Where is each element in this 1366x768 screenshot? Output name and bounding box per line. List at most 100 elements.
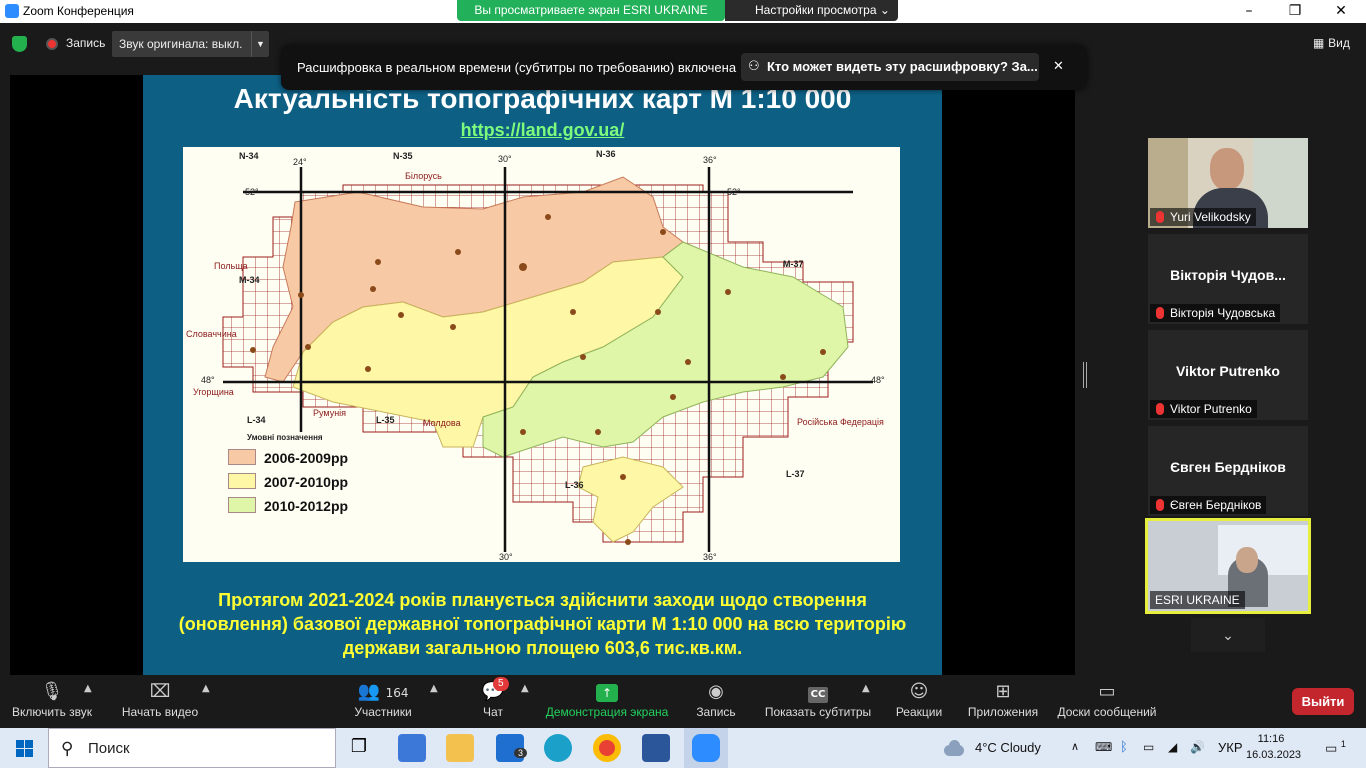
- video-tile-esri-active-speaker[interactable]: ESRI UKRAINE: [1145, 518, 1311, 614]
- participants-options-caret-icon[interactable]: ▲: [430, 683, 438, 694]
- device-icon[interactable]: ⌨: [1095, 740, 1112, 754]
- participant-big-name: Вікторія Чудов...: [1170, 267, 1286, 283]
- participant-name: Євген Бердніков: [1170, 498, 1262, 512]
- degree-label-24: 24°: [293, 157, 307, 167]
- degree-label-36: 36°: [703, 155, 717, 165]
- show-captions-button[interactable]: CC Показать субтитры: [762, 679, 874, 719]
- search-placeholder: Поиск: [88, 740, 130, 757]
- participant-name-tag: Viktor Putrenko: [1150, 400, 1257, 418]
- share-screen-label: Демонстрация экрана: [545, 705, 669, 719]
- sheet-label-l35: L-35: [376, 415, 395, 425]
- mail-icon[interactable]: 3: [496, 734, 528, 762]
- slide-link: https://land.gov.ua/: [460, 120, 625, 140]
- edge-browser-icon[interactable]: [544, 734, 572, 762]
- panel-resize-handle[interactable]: [1083, 362, 1087, 388]
- start-video-button[interactable]: ⌧ Начать видео: [118, 679, 202, 719]
- record-indicator-icon: [46, 38, 58, 50]
- leave-meeting-button[interactable]: Выйти: [1292, 688, 1354, 715]
- unmute-label: Включить звук: [11, 705, 93, 719]
- country-label-slovakia: Словаччина: [186, 329, 237, 339]
- maximize-button[interactable]: ❐: [1272, 0, 1318, 23]
- participant-big-name: Євген Бердніков: [1170, 459, 1286, 475]
- notifications-button[interactable]: ▭ 1: [1325, 739, 1346, 756]
- view-options-button[interactable]: Настройки просмотра ⌄: [725, 0, 898, 21]
- participants-label: Участники: [354, 705, 412, 719]
- grid-icon: ▦: [1313, 36, 1329, 50]
- muted-mic-icon: [1156, 211, 1164, 223]
- video-tile-yuri[interactable]: Yuri Velikodsky: [1148, 138, 1308, 228]
- participant-face: [1210, 148, 1244, 190]
- record-button[interactable]: ◉ Запись: [690, 679, 742, 719]
- audio-options-caret-icon[interactable]: ▲: [84, 683, 92, 694]
- captions-options-caret-icon[interactable]: ▲: [862, 683, 870, 694]
- cloud-weather-icon[interactable]: [942, 737, 966, 757]
- sheet-label-m34: M-34: [239, 275, 260, 285]
- whiteboard-icon: ▭: [1098, 681, 1116, 702]
- chat-label: Чат: [483, 705, 503, 719]
- video-tile-yevhen[interactable]: Євген Бердніков Євген Бердніков: [1148, 426, 1308, 516]
- participant-name-tag: Євген Бердніков: [1150, 496, 1267, 514]
- wifi-icon[interactable]: ◢: [1168, 740, 1177, 754]
- chat-button[interactable]: 💬 5 Чат: [473, 677, 513, 719]
- whiteboards-button[interactable]: ▭ Доски сообщений: [1054, 679, 1160, 719]
- start-video-label: Начать видео: [121, 705, 199, 719]
- participants-button[interactable]: 👥 164 Участники: [350, 679, 416, 719]
- sheet-label-l34: L-34: [247, 415, 266, 425]
- minimize-button[interactable]: –: [1226, 0, 1272, 23]
- windows-start-icon[interactable]: [16, 740, 33, 757]
- mail-unread-badge: 3: [514, 748, 528, 758]
- system-clock[interactable]: 11:16 16.03.2023: [1246, 731, 1301, 763]
- task-view-icon[interactable]: ❐: [346, 736, 372, 760]
- participants-count: 164: [385, 686, 409, 700]
- live-transcription-toast: Расшифровка в реальном времени (субтитры…: [281, 45, 1087, 90]
- sheet-label-l36: L-36: [565, 480, 584, 490]
- file-explorer-icon[interactable]: [446, 734, 474, 762]
- whiteboards-label: Доски сообщений: [1057, 705, 1157, 719]
- lat-label-48-right: 48°: [871, 375, 885, 385]
- video-tile-viktoria[interactable]: Вікторія Чудов... Вікторія Чудовська: [1148, 234, 1308, 324]
- closed-captions-icon: CC: [762, 679, 874, 705]
- smiley-plus-icon: ☺: [909, 681, 929, 702]
- close-window-button[interactable]: ✕: [1318, 0, 1364, 23]
- notification-count: 1: [1340, 739, 1346, 749]
- degree-label-30: 30°: [498, 154, 512, 164]
- word-icon[interactable]: [642, 734, 670, 762]
- sheet-label-n36: N-36: [596, 149, 616, 159]
- taskbar-search-box[interactable]: ⚲ Поиск: [48, 728, 336, 768]
- legend-swatch-2007: [228, 473, 256, 489]
- input-language[interactable]: УКР: [1218, 740, 1243, 755]
- record-icon: ◉: [708, 681, 724, 702]
- microsoft-store-icon[interactable]: [398, 734, 426, 762]
- zoom-taskbar-app[interactable]: [684, 728, 728, 768]
- battery-icon[interactable]: ▭: [1143, 740, 1154, 754]
- sheet-label-m37: M-37: [783, 259, 804, 269]
- chevron-up-icon[interactable]: ∧: [1071, 740, 1079, 753]
- participant-name-tag: Yuri Velikodsky: [1150, 208, 1256, 226]
- unmute-button[interactable]: 🎙 Включить звук: [8, 679, 96, 719]
- notification-icon: ▭: [1325, 741, 1338, 757]
- reactions-button[interactable]: ☺ Реакции: [893, 679, 945, 719]
- close-toast-icon[interactable]: ✕: [1053, 58, 1064, 74]
- share-screen-button[interactable]: ↑ Демонстрация экрана: [543, 679, 671, 719]
- who-can-see-button[interactable]: ⚇ Кто может видеть эту расшифровку? За..…: [741, 53, 1039, 81]
- security-shield-icon[interactable]: [12, 36, 27, 52]
- record-label: Запись: [696, 705, 736, 719]
- chat-options-caret-icon[interactable]: ▲: [521, 683, 529, 694]
- video-off-icon: ⌧: [149, 681, 171, 702]
- video-tile-viktor[interactable]: Viktor Putrenko Viktor Putrenko: [1148, 330, 1308, 420]
- country-label-romania: Румунія: [313, 408, 347, 418]
- people-icon: ⚇: [748, 59, 760, 74]
- video-options-caret-icon[interactable]: ▲: [202, 683, 210, 694]
- muted-mic-icon: [1156, 403, 1164, 415]
- chrome-browser-icon[interactable]: [593, 734, 621, 762]
- chevron-down-icon[interactable]: ▼: [251, 31, 269, 57]
- country-label-belarus: Білорусь: [405, 171, 442, 181]
- lat-label-52-right: 52°: [727, 187, 741, 197]
- scroll-down-button[interactable]: ⌄: [1191, 618, 1265, 652]
- bluetooth-icon[interactable]: ᛒ: [1120, 740, 1128, 755]
- view-button[interactable]: ▦ Вид: [1313, 36, 1350, 50]
- apps-button[interactable]: ⊞ Приложения: [965, 679, 1041, 719]
- volume-icon[interactable]: 🔊: [1190, 740, 1205, 754]
- weather-text[interactable]: 4°C Cloudy: [975, 740, 1041, 755]
- original-sound-select[interactable]: Звук оригинала: выкл. ▼: [112, 31, 269, 57]
